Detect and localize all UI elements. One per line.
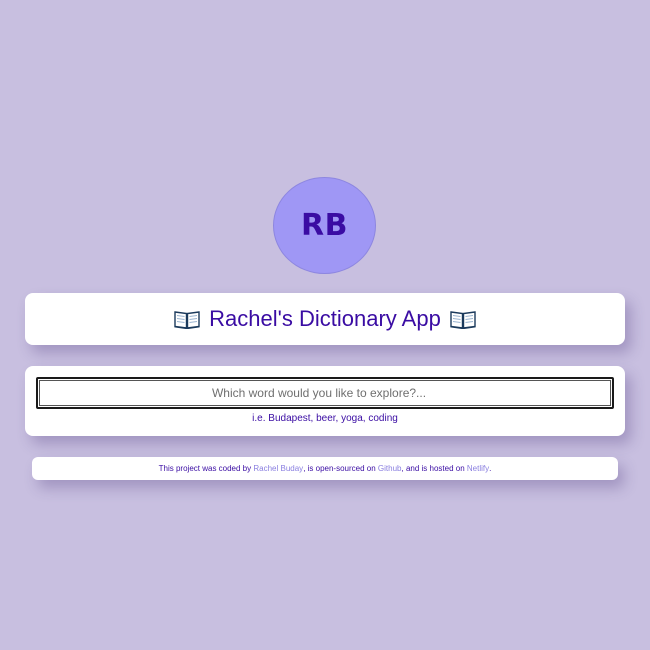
page-title-text: Rachel's Dictionary App — [209, 306, 441, 331]
open-book-icon — [174, 311, 200, 329]
footer-text: , and is hosted on — [401, 464, 465, 473]
footer: This project was coded by Rachel Buday, … — [32, 457, 618, 480]
search-input[interactable] — [36, 377, 614, 409]
netlify-link[interactable]: Netlify — [467, 464, 489, 473]
footer-text: . — [489, 464, 492, 473]
page-title: Rachel's Dictionary App — [174, 306, 476, 332]
search-card: i.e. Budapest, beer, yoga, coding — [25, 366, 625, 436]
logo: RB — [273, 177, 376, 274]
footer-text: This project was coded by — [158, 464, 252, 473]
footer-text: , is open-sourced on — [303, 464, 376, 473]
page: RB Rachel's Dictionary App i.e. Budapest… — [0, 0, 650, 650]
logo-initials: RB — [301, 208, 348, 243]
author-link[interactable]: Rachel Buday — [253, 464, 303, 473]
github-link[interactable]: Github — [378, 464, 402, 473]
title-card: Rachel's Dictionary App — [25, 293, 625, 345]
open-book-icon — [450, 311, 476, 329]
search-hint: i.e. Budapest, beer, yoga, coding — [252, 413, 398, 424]
